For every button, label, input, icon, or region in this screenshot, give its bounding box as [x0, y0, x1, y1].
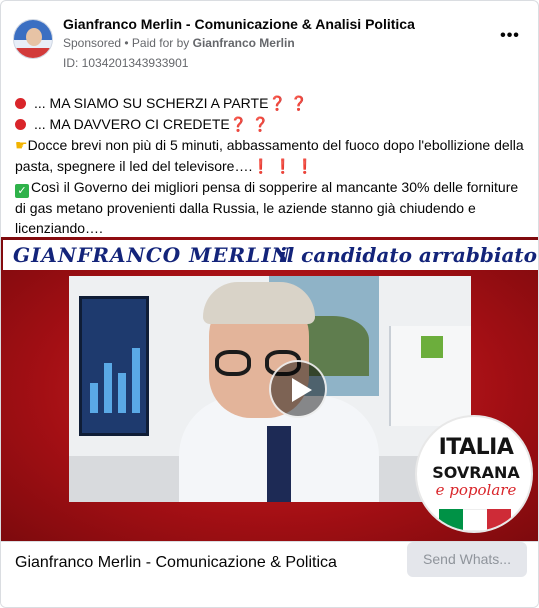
body-line-4-text: Così il Governo dei migliori pensa di so… — [15, 179, 519, 236]
speaker-tie — [267, 426, 291, 502]
ad-footer: Gianfranco Merlin - Comunicazione & Poli… — [1, 541, 538, 607]
pointing-hand-icon: ☛ — [15, 138, 28, 154]
footer-page-title[interactable]: Gianfranco Merlin - Comunicazione & Poli… — [15, 554, 337, 572]
speaker-hair — [203, 282, 315, 324]
scene-plant — [421, 336, 443, 358]
flag-green-stripe — [439, 509, 463, 531]
body-line-3: ☛Docce brevi non più di 5 minuti, abbass… — [15, 135, 530, 177]
paid-for-prefix: Paid for by — [131, 36, 193, 50]
more-options-icon: ••• — [500, 27, 520, 44]
play-button[interactable] — [269, 360, 327, 418]
flag-white-stripe — [463, 509, 487, 531]
italia-sovrana-logo: ITALIA SOVRANA e popolare — [415, 415, 533, 533]
body-line-4: ✓ Così il Governo dei migliori pensa di s… — [15, 177, 530, 238]
page-name-link[interactable]: Gianfranco Merlin - Comunicazione & Anal… — [63, 16, 415, 32]
more-options-button[interactable]: ••• — [498, 28, 522, 47]
avatar-face — [26, 28, 42, 46]
play-icon — [292, 378, 312, 402]
scene-monitor — [79, 296, 149, 436]
monitor-chart-bar — [118, 373, 126, 413]
logo-text-2: SOVRANA — [432, 463, 520, 482]
monitor-chart-bar — [132, 348, 140, 413]
body-line-1-text: ... MA SIAMO SU SCHERZI A PARTE — [34, 95, 269, 111]
ad-body-text: ... MA SIAMO SU SCHERZI A PARTE❓ ❓ ... M… — [15, 93, 530, 238]
question-mark-icon: ❓ ❓ — [229, 117, 270, 133]
monitor-chart-bar — [104, 363, 112, 413]
body-line-1: ... MA SIAMO SU SCHERZI A PARTE❓ ❓ — [15, 93, 530, 114]
video-thumbnail[interactable] — [69, 276, 471, 502]
red-circle-icon — [15, 98, 26, 109]
ad-card: Gianfranco Merlin - Comunicazione & Anal… — [0, 0, 539, 608]
red-circle-icon — [15, 119, 26, 130]
logo-text-3: e popolare — [435, 481, 517, 499]
ad-id: ID: 1034201343933901 — [63, 56, 189, 70]
speaker-glasses-left — [215, 350, 251, 376]
paid-for-name: Gianfranco Merlin — [192, 36, 295, 50]
logo-text-1: ITALIA — [438, 435, 514, 460]
sponsored-label: Sponsored — [63, 36, 122, 50]
media-banner: GIANFRANCO MERLIN il candidato arrabbiat… — [3, 240, 538, 270]
send-whatsapp-button[interactable]: Send Whats... — [407, 542, 527, 577]
check-mark-icon: ✓ — [15, 184, 29, 198]
body-line-2: ... MA DAVVERO CI CREDETE❓ ❓ — [15, 114, 530, 135]
ad-header: Gianfranco Merlin - Comunicazione & Anal… — [13, 13, 526, 73]
ad-video-media[interactable]: GIANFRANCO MERLIN il candidato arrabbiat… — [1, 237, 538, 541]
page-avatar[interactable] — [13, 19, 53, 59]
flag-red-stripe — [487, 509, 511, 531]
question-mark-icon: ❓ ❓ — [268, 96, 308, 112]
exclamation-icon: ❗ ❗ ❗ — [252, 159, 314, 175]
meta-separator: • — [121, 36, 132, 50]
body-line-2-text: ... MA DAVVERO CI CREDETE — [34, 116, 230, 132]
banner-name: GIANFRANCO MERLIN — [13, 243, 291, 267]
banner-tagline: il candidato arrabbiato — [279, 243, 537, 267]
italian-flag-icon — [439, 509, 513, 531]
sponsored-line: Sponsored • Paid for by Gianfranco Merli… — [63, 36, 295, 50]
avatar-banner — [14, 48, 52, 58]
monitor-chart-bar — [90, 383, 98, 413]
